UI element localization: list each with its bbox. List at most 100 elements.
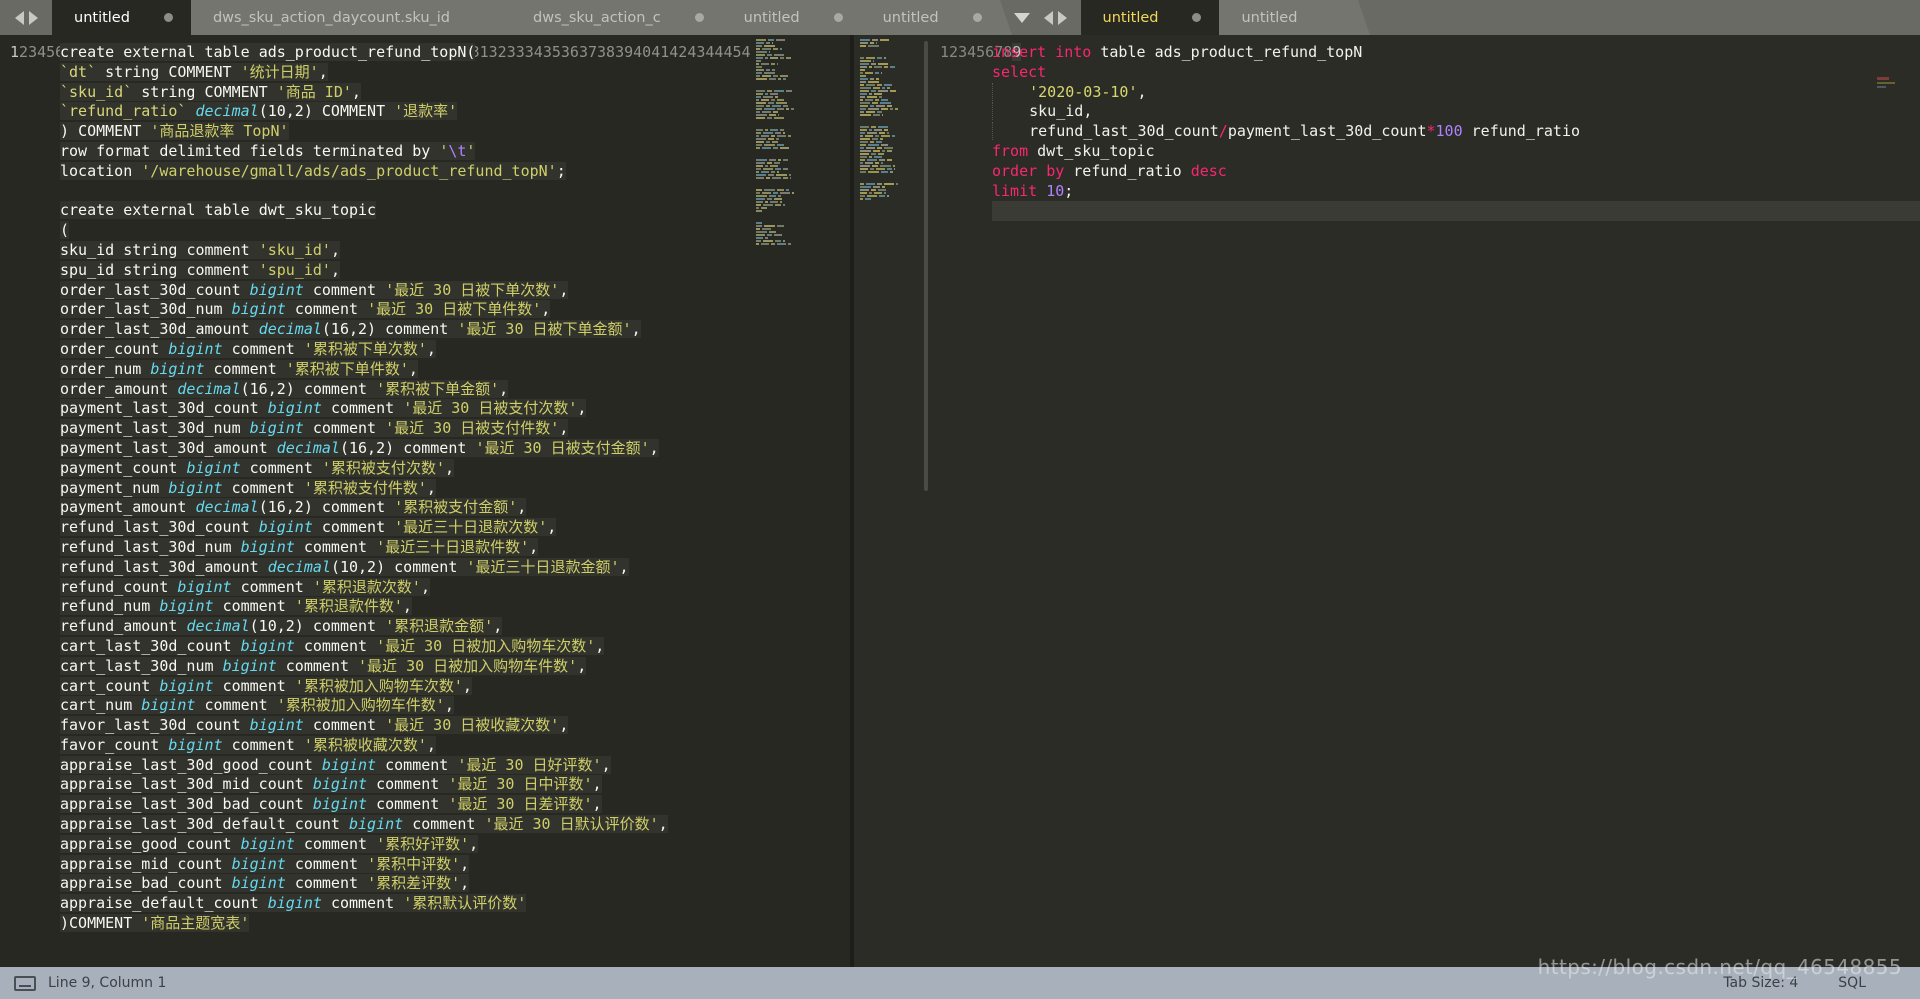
tab-dirty-dot[interactable] — [163, 13, 173, 22]
pane-arrow-left-icon[interactable] — [1043, 10, 1053, 25]
code-line[interactable]: favor_last_30d_count bigint comment '最近 … — [60, 716, 850, 736]
code-line[interactable]: )COMMENT '商品主题宽表' — [60, 914, 850, 934]
code-line[interactable]: refund_last_30d_amount decimal(10,2) com… — [60, 557, 850, 578]
line-number: 1 — [940, 43, 950, 61]
minimap-scrollbar[interactable] — [924, 41, 928, 491]
code-line[interactable]: refund_last_30d_count/payment_last_30d_c… — [992, 122, 1920, 142]
tab-untitled[interactable]: untitled — [1219, 0, 1371, 35]
minimap-block — [756, 189, 844, 212]
arrow-left-icon[interactable] — [14, 10, 24, 25]
tab-untitled[interactable]: untitled — [1080, 0, 1232, 35]
code-line[interactable]: order by refund_ratio desc — [992, 162, 1920, 182]
code-line[interactable]: appraise_good_count bigint comment '累积好评… — [60, 834, 850, 855]
code-line[interactable]: appraise_last_30d_good_count bigint comm… — [60, 755, 850, 776]
code-line[interactable]: order_last_30d_amount decimal(16,2) comm… — [60, 320, 850, 340]
code-line[interactable]: refund_num bigint comment '累积退款件数', — [60, 597, 850, 617]
cursor-position: Line 9, Column 1 — [48, 975, 167, 991]
tab-label: untitled — [1241, 9, 1298, 26]
code-line[interactable]: payment_last_30d_num bigint comment '最近 … — [60, 419, 850, 439]
code-line[interactable]: cart_count bigint comment '累积被加入购物车次数', — [60, 676, 850, 697]
pane-arrow-right-icon[interactable] — [1057, 10, 1067, 25]
code-line[interactable]: refund_last_30d_num bigint comment '最近三十… — [60, 537, 850, 558]
code-line[interactable]: spu_id string comment 'spu_id', — [60, 260, 850, 281]
tab-untitled[interactable]: untitled — [860, 0, 1012, 35]
syntax-label[interactable]: SQL — [1838, 975, 1906, 991]
code-line[interactable]: insert into table ads_product_refund_top… — [992, 43, 1920, 63]
code-line[interactable]: appraise_default_count bigint comment '累… — [60, 894, 850, 914]
code-line[interactable]: `refund_ratio` decimal(10,2) COMMENT '退款… — [60, 102, 850, 122]
code-line[interactable]: payment_amount decimal(16,2) comment '累积… — [60, 498, 850, 518]
minimap-block — [756, 222, 844, 245]
tab-dirty-dot[interactable] — [833, 13, 843, 22]
code-line[interactable]: location '/warehouse/gmall/ads/ads_produ… — [60, 161, 850, 182]
tab-untitled[interactable]: untitled — [721, 0, 873, 35]
tab-label: untitled — [1102, 9, 1159, 26]
tab-nav-arrows[interactable] — [0, 0, 52, 35]
code-line[interactable]: order_last_30d_count bigint comment '最近 … — [60, 280, 850, 301]
code-line[interactable]: order_amount decimal(16,2) comment '累积被下… — [60, 379, 850, 400]
code-line[interactable]: order_num bigint comment '累积被下单件数', — [60, 359, 850, 380]
tab-close-placeholder[interactable] — [484, 13, 493, 22]
code-line[interactable]: select — [992, 63, 1920, 83]
code-line[interactable] — [60, 934, 850, 954]
code-line[interactable]: sku_id, — [992, 102, 1920, 122]
code-line[interactable]: refund_count bigint comment '累积退款次数', — [60, 577, 850, 598]
minimap-block — [756, 159, 844, 179]
tab-dws-sku-action-c[interactable]: dws_sku_action_c — [511, 0, 734, 35]
code-line[interactable]: refund_last_30d_count bigint comment '最近… — [60, 518, 850, 538]
code-line[interactable]: appraise_last_30d_default_count bigint c… — [60, 815, 850, 835]
code-line[interactable]: appraise_last_30d_bad_count bigint comme… — [60, 795, 850, 815]
code-line[interactable]: order_last_30d_num bigint comment '最近 30… — [60, 300, 850, 320]
tab-bar: untitled dws_sku_action_daycount.sku_id dw… — [0, 0, 1920, 35]
code-line[interactable]: appraise_bad_count bigint comment '累积差评数… — [60, 874, 850, 894]
right-code-area[interactable]: insert into table ads_product_refund_top… — [992, 35, 1920, 967]
code-line[interactable]: ) COMMENT '商品退款率 TopN' — [60, 122, 850, 142]
left-editor-pane[interactable]: 1234567891011121314151617181920212223242… — [0, 35, 850, 967]
code-line[interactable]: appraise_last_30d_mid_count bigint comme… — [60, 775, 850, 795]
keyboard-icon — [14, 975, 36, 991]
code-line[interactable]: '2020-03-10', — [992, 82, 1920, 103]
tab-dws-sku-action-daycount-sku-id[interactable]: dws_sku_action_daycount.sku_id — [190, 0, 524, 35]
code-line[interactable] — [992, 201, 1920, 222]
editor-panes: 1234567891011121314151617181920212223242… — [0, 35, 1920, 967]
tab-size-label[interactable]: Tab Size: 4 — [1683, 975, 1838, 991]
code-line[interactable]: refund_amount decimal(10,2) comment '累积退… — [60, 617, 850, 637]
right-minimap[interactable] — [854, 35, 930, 967]
code-line[interactable]: order_count bigint comment '累积被下单次数', — [60, 339, 850, 360]
tab-dirty-dot[interactable] — [694, 13, 704, 22]
code-line[interactable]: row format delimited fields terminated b… — [60, 141, 850, 162]
code-line[interactable]: payment_last_30d_count bigint comment '最… — [60, 399, 850, 419]
left-minimap[interactable] — [750, 35, 850, 967]
tab-label: dws_sku_action_c — [533, 9, 661, 26]
code-line[interactable]: create external table ads_product_refund… — [60, 43, 850, 63]
code-line[interactable]: cart_last_30d_num bigint comment '最近 30 … — [60, 656, 850, 677]
code-line[interactable]: payment_num bigint comment '累积被支付件数', — [60, 478, 850, 499]
chevron-down-icon[interactable] — [1013, 12, 1030, 23]
code-line[interactable]: payment_last_30d_amount decimal(16,2) co… — [60, 438, 850, 459]
tab-dirty-dot[interactable] — [972, 13, 982, 22]
code-line[interactable]: `dt` string COMMENT '统计日期', — [60, 62, 850, 83]
code-line[interactable] — [60, 182, 850, 202]
code-line[interactable]: `sku_id` string COMMENT '商品 ID', — [60, 82, 850, 103]
code-line[interactable]: payment_count bigint comment '累积被支付次数', — [60, 458, 850, 479]
code-line[interactable]: cart_num bigint comment '累积被加入购物车件数', — [60, 696, 850, 716]
minimap-block — [860, 57, 924, 116]
minimap-block — [860, 126, 924, 173]
line-number: 2 — [949, 43, 959, 61]
code-line[interactable]: from dwt_sku_topic — [992, 142, 1920, 162]
code-line[interactable] — [60, 954, 850, 967]
arrow-right-icon[interactable] — [28, 10, 38, 25]
code-line[interactable]: ( — [60, 221, 850, 241]
code-line[interactable]: cart_last_30d_count bigint comment '最近 3… — [60, 636, 850, 657]
right-editor-pane[interactable]: 123456789 insert into table ads_product_… — [854, 35, 1920, 967]
code-line[interactable]: create external table dwt_sku_topic — [60, 201, 850, 221]
tab-untitled[interactable]: untitled — [52, 0, 203, 35]
tab-dirty-dot[interactable] — [1192, 13, 1202, 22]
code-line[interactable]: appraise_mid_count bigint comment '累积中评数… — [60, 854, 850, 875]
tab-close-placeholder[interactable] — [1331, 13, 1340, 22]
code-line[interactable]: limit 10; — [992, 182, 1920, 202]
left-code-area[interactable]: create external table ads_product_refund… — [60, 35, 850, 967]
tab-label: untitled — [743, 9, 800, 26]
code-line[interactable]: favor_count bigint comment '累积被收藏次数', — [60, 735, 850, 756]
code-line[interactable]: sku_id string comment 'sku_id', — [60, 240, 850, 261]
